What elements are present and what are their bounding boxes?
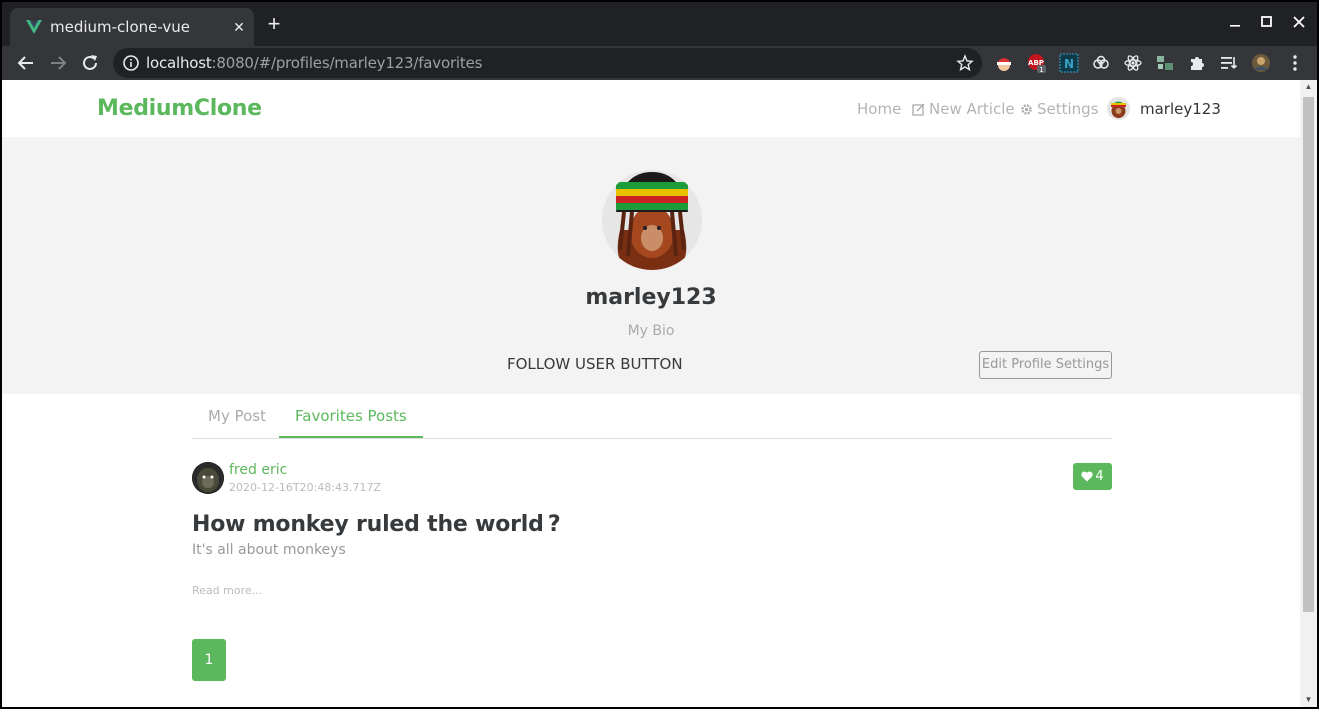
tab-my-post[interactable]: My Post <box>192 394 282 438</box>
extension-badge: 1 <box>1039 66 1043 73</box>
plus-icon[interactable]: + <box>264 13 284 35</box>
pagination-page-1[interactable]: 1 <box>192 639 226 681</box>
url-host: localhost <box>146 54 212 72</box>
heart-icon <box>1081 471 1093 482</box>
scroll-up-arrow-icon[interactable]: ▲ <box>1300 80 1317 94</box>
article-author-link[interactable]: fred eric <box>229 462 287 478</box>
profile-username: marley123 <box>585 285 717 310</box>
nav-new-article-label: New Article <box>929 100 1015 118</box>
santa-extension-icon[interactable] <box>994 53 1014 73</box>
minimize-icon[interactable] <box>1225 12 1245 32</box>
favorite-button[interactable]: 4 <box>1073 463 1112 490</box>
author-avatar[interactable] <box>192 462 224 494</box>
nav-home-link[interactable]: Home <box>857 100 901 118</box>
nav-profile-link[interactable]: marley123 <box>1107 97 1221 120</box>
kebab-menu-icon[interactable] <box>1285 53 1305 73</box>
reading-list-icon[interactable] <box>1219 53 1239 73</box>
tab-title: medium-clone-vue <box>50 18 191 36</box>
star-icon[interactable] <box>956 54 974 72</box>
maximize-icon[interactable] <box>1257 12 1277 32</box>
article-title[interactable]: How monkey ruled the world ? <box>192 512 561 537</box>
article-date: 2020-12-16T20:48:43.717Z <box>229 481 382 494</box>
n-extension-icon[interactable]: N <box>1059 53 1079 73</box>
tab-favorites-posts[interactable]: Favorites Posts <box>279 394 423 438</box>
follow-user-button[interactable]: FOLLOW USER BUTTON <box>507 355 683 373</box>
browser-toolbar: localhost:8080/#/profiles/marley123/favo… <box>2 46 1317 80</box>
vue-logo-icon <box>26 20 42 34</box>
tab-strip: medium-clone-vue ✕ + <box>2 2 1317 46</box>
page-scrollbar[interactable]: ▲ ▼ <box>1300 80 1317 707</box>
nav-new-article-link[interactable]: New Article <box>912 100 1015 118</box>
nav-username: marley123 <box>1140 99 1221 118</box>
cloud-extension-icon[interactable] <box>1091 53 1111 73</box>
brand-logo[interactable]: MediumClone <box>97 96 262 121</box>
close-icon[interactable]: ✕ <box>231 19 247 35</box>
nav-settings-label: Settings <box>1037 100 1099 118</box>
scrollbar-thumb[interactable] <box>1303 97 1314 612</box>
back-arrow-icon[interactable] <box>14 52 38 74</box>
site-navbar: MediumClone Home New Article Settings ma… <box>2 80 1300 137</box>
gear-icon <box>1021 103 1032 115</box>
edit-profile-settings-button[interactable]: Edit Profile Settings <box>979 351 1112 379</box>
article-preview: fred eric 2020-12-16T20:48:43.717Z 4 How… <box>192 462 1112 602</box>
window-close-icon[interactable] <box>1289 12 1309 32</box>
favorite-count: 4 <box>1095 469 1104 484</box>
reload-icon[interactable] <box>78 52 102 74</box>
devtools-extension-icon[interactable] <box>1155 53 1175 73</box>
adblock-extension-icon[interactable]: ABP 1 <box>1027 53 1047 73</box>
browser-tab[interactable]: medium-clone-vue ✕ <box>10 8 254 46</box>
react-devtools-icon[interactable] <box>1123 53 1143 73</box>
scroll-down-arrow-icon[interactable]: ▼ <box>1300 693 1317 707</box>
nav-avatar <box>1107 97 1130 120</box>
edit-icon <box>912 102 925 116</box>
url-path: :8080/#/profiles/marley123/favorites <box>211 54 483 72</box>
profile-avatar-icon[interactable] <box>1251 53 1271 73</box>
read-more-link[interactable]: Read more... <box>192 584 262 597</box>
article-description: It's all about monkeys <box>192 542 346 558</box>
url-text: localhost:8080/#/profiles/marley123/favo… <box>146 54 482 72</box>
nav-settings-link[interactable]: Settings <box>1020 100 1099 118</box>
forward-arrow-icon[interactable] <box>46 52 70 74</box>
puzzle-icon[interactable] <box>1187 53 1207 73</box>
address-bar[interactable]: localhost:8080/#/profiles/marley123/favo… <box>113 48 982 78</box>
nav-home-label: Home <box>857 100 902 118</box>
browser-window: medium-clone-vue ✕ + localhost:8080/#/pr… <box>2 2 1317 707</box>
feed-tabs: My Post Favorites Posts <box>192 394 1112 439</box>
page-viewport: MediumClone Home New Article Settings ma… <box>2 80 1300 707</box>
svg-text:N: N <box>1064 57 1074 71</box>
profile-avatar <box>602 170 702 270</box>
profile-banner: marley123 My Bio FOLLOW USER BUTTON Edit… <box>2 137 1300 394</box>
profile-bio: My Bio <box>627 323 675 339</box>
info-icon[interactable] <box>122 54 140 72</box>
